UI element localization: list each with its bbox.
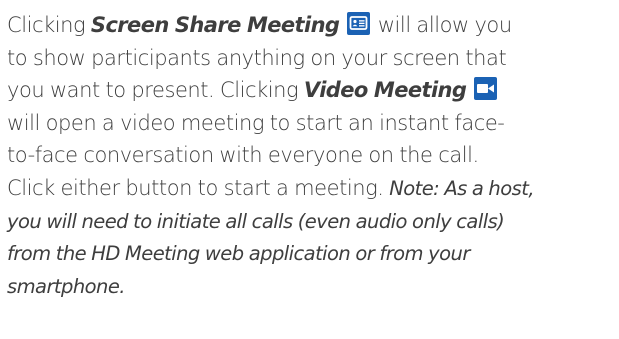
screen-share-meeting-label: Screen Share Meeting [90, 13, 340, 37]
text-you-want-to-present: you want to present. Clicking [7, 78, 304, 103]
text-clicking: Clicking [7, 13, 91, 37]
paragraph-line-6: Click either button to start a meeting. … [7, 172, 613, 206]
paragraph-line-5: to-face conversation with everyone on th… [7, 143, 479, 168]
paragraph-line-9: smartphone. [7, 274, 126, 298]
paragraph-line-1: Clicking Screen Share Meeting will allow… [7, 9, 613, 42]
note-label: Note: As a host, [389, 176, 534, 200]
paragraph-line-2: to show participants anything on your sc… [7, 45, 507, 70]
paragraph-line-7: you will need to initiate all calls (eve… [7, 209, 505, 233]
paragraph-line-8: from the HD Meeting web application or f… [7, 242, 470, 266]
text-click-either-button: Click either button to start a meeting. [7, 175, 390, 200]
text-will-allow-you: will allow you [372, 13, 512, 37]
instruction-paragraph: Clicking Screen Share Meeting will allow… [7, 9, 613, 303]
paragraph-line-3: you want to present. Clicking Video Meet… [7, 74, 613, 107]
video-camera-icon [474, 77, 498, 101]
video-meeting-label: Video Meeting [303, 78, 467, 103]
paragraph-line-4: will open a video meeting to start an in… [7, 110, 505, 135]
screen-share-icon [347, 12, 371, 35]
